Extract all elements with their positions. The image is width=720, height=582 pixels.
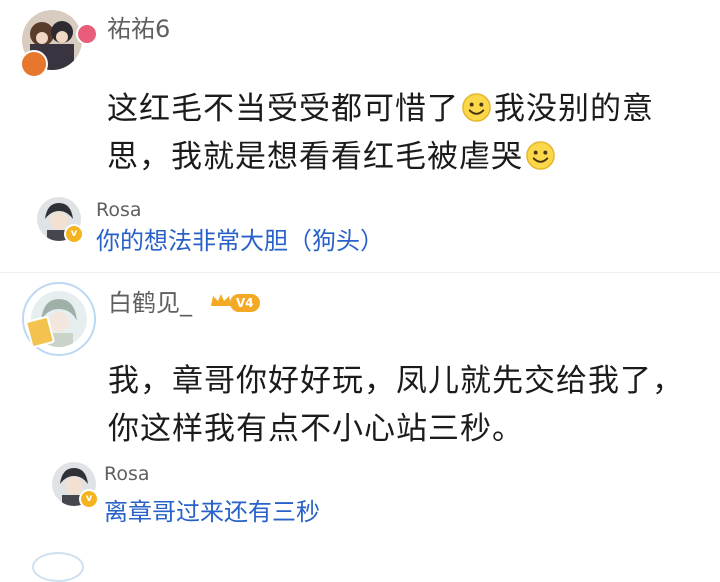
smile-emoji: [526, 141, 555, 170]
reply-username[interactable]: Rosa: [104, 462, 150, 486]
smile-emoji: [462, 93, 491, 122]
reply-text[interactable]: 离章哥过来还有三秒: [104, 496, 320, 528]
comment-content: 这红毛不当受受都可惜了 我没别的意 思，我就是想看看红毛被虐哭: [107, 85, 697, 181]
vip-badge-icon: v: [64, 224, 84, 244]
reply-username[interactable]: Rosa: [96, 198, 142, 222]
comment-line: 我，章哥你好好玩，凤儿就先交给我了，: [108, 363, 684, 399]
next-comment-avatar: [32, 552, 84, 582]
comment-content: 我，章哥你好好玩，凤儿就先交给我了， 你这样我有点不小心站三秒。: [108, 357, 698, 453]
crown-icon: [210, 292, 232, 306]
comment-line: 你这样我有点不小心站三秒。: [108, 411, 524, 447]
comment-line: 思，我就是想看看红毛被虐哭: [107, 133, 697, 181]
pendant-badge-icon: [76, 23, 98, 45]
level-badge: V4: [230, 294, 260, 312]
vip-badge-icon: v: [79, 489, 99, 509]
comment-username[interactable]: 白鹤见_: [108, 288, 192, 318]
comment-username[interactable]: 祐祐6: [107, 14, 170, 44]
comment-divider: [0, 272, 720, 273]
basketball-icon: [20, 50, 48, 78]
reply-text[interactable]: 你的想法非常大胆（狗头）: [96, 225, 384, 257]
comment-line: 这红毛不当受受都可惜了 我没别的意: [107, 91, 654, 127]
